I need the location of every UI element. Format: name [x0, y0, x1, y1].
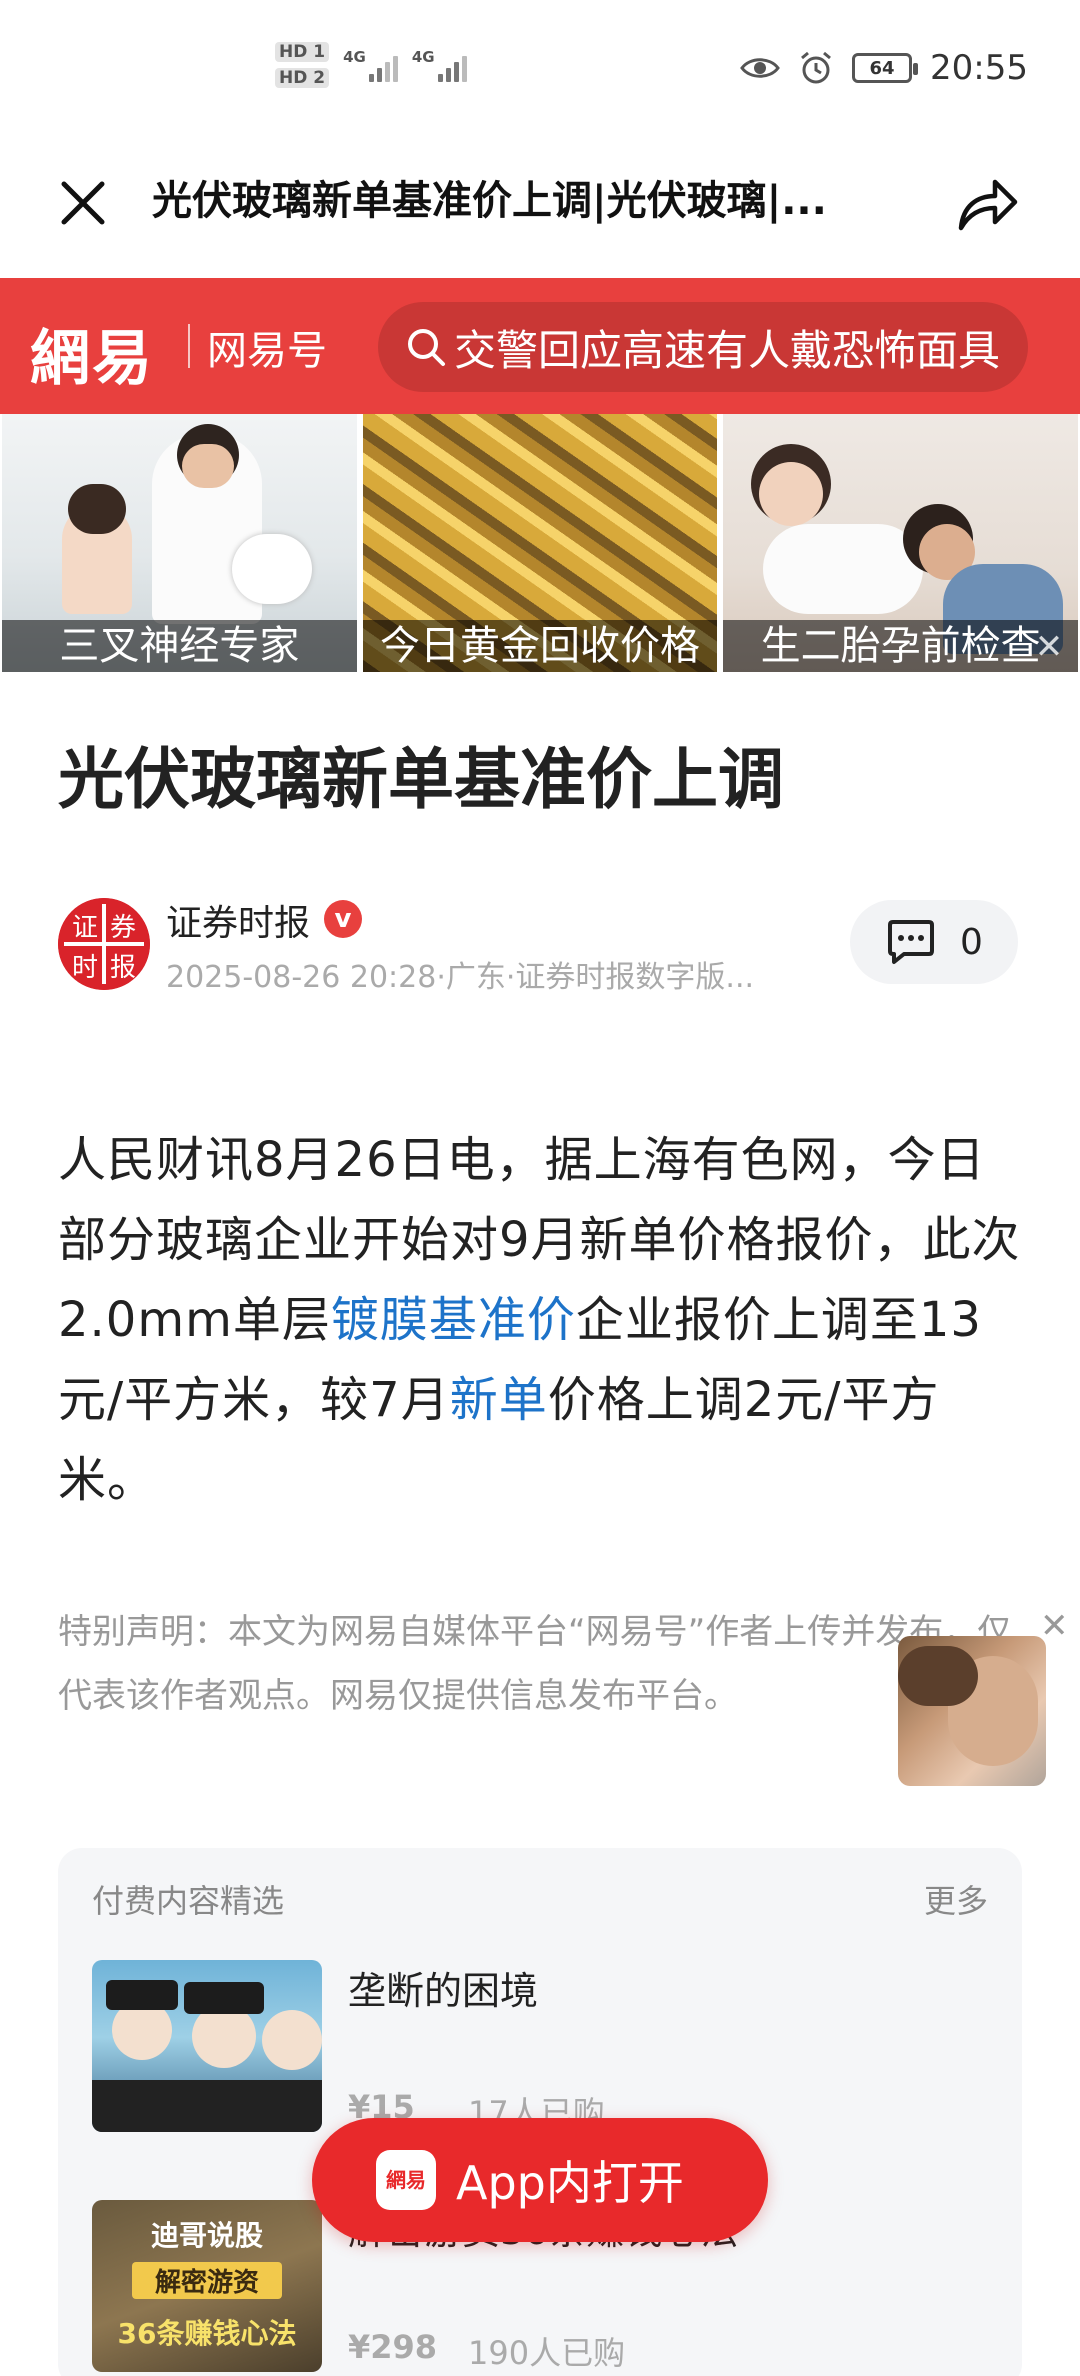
- keyword-link[interactable]: 新单: [450, 1372, 548, 1428]
- paid-section-header: 付费内容精选: [92, 1882, 285, 1920]
- paid-item-price: ¥298: [348, 2328, 438, 2366]
- svg-text:报: 报: [110, 953, 136, 983]
- author-name[interactable]: 证券时报: [166, 894, 310, 946]
- close-icon: [61, 181, 105, 225]
- paid-item-thumbnail: [92, 1960, 322, 2132]
- paid-content-card: 付费内容精选 更多 垄断的困境 ¥15 17人已购 迪哥说股 解密游资 36条赚…: [58, 1848, 1022, 2376]
- ad-tile[interactable]: 三叉神经专家: [2, 414, 357, 672]
- paid-item-thumbnail: 迪哥说股 解密游资 36条赚钱心法: [92, 2200, 322, 2372]
- title-bar: 光伏玻璃新单基准价上调|光伏玻璃|...: [0, 150, 1080, 278]
- divider: [188, 324, 190, 368]
- verified-badge: v: [324, 900, 362, 938]
- thumb-text: 迪哥说股: [150, 2219, 263, 2252]
- share-icon: [958, 179, 1018, 231]
- comment-icon: [888, 920, 934, 964]
- hd-2-badge: HD 2: [275, 68, 330, 88]
- thumb-text: 36条赚钱心法: [117, 2317, 297, 2350]
- netease-header: 網易 网易号 交警回应高速有人戴恐怖面具: [0, 278, 1080, 414]
- battery-icon: 64: [852, 53, 919, 83]
- status-bar: HD 1 HD 2 4G 4G 64 20:55: [0, 0, 1080, 150]
- ad-banner-strip: 三叉神经专家 今日黄金回收价格 生二胎孕前检查 ✕: [0, 414, 1080, 672]
- article-title: 光伏玻璃新单基准价上调: [58, 741, 784, 818]
- floating-ad-thumbnail[interactable]: [898, 1636, 1046, 1786]
- search-hot-term: 交警回应高速有人戴恐怖面具: [454, 325, 1001, 375]
- author-logo-icon: 证 券 时 报: [58, 898, 150, 990]
- paid-item-title: 垄断的困境: [348, 1969, 539, 2013]
- more-link[interactable]: 更多: [924, 1876, 988, 1922]
- netease-app-icon: 網易: [376, 2150, 436, 2210]
- paid-item-buyers: 190人已购: [468, 2334, 626, 2372]
- clock: 20:55: [930, 48, 1028, 88]
- thumb-text: 解密游资: [132, 2262, 282, 2299]
- channel-name[interactable]: 网易号: [207, 318, 327, 376]
- eye-icon: [740, 58, 780, 78]
- close-button[interactable]: [50, 170, 116, 236]
- ad-close-icon[interactable]: ✕: [1028, 626, 1070, 668]
- ad-caption: 生二胎孕前检查: [723, 620, 1079, 672]
- hd-1-badge: HD 1: [275, 42, 330, 62]
- svg-text:证: 证: [72, 913, 98, 943]
- open-in-app-label: App内打开: [456, 2156, 684, 2210]
- share-button[interactable]: [952, 168, 1024, 240]
- disclaimer: 特别声明：本文为网易自媒体平台“网易号”作者上传并发布，仅代表该作者观点。网易仅…: [58, 1612, 1012, 1716]
- signal-2-icon: 4G: [412, 48, 467, 82]
- open-in-app-button[interactable]: 網易 App内打开: [312, 2118, 768, 2242]
- ad-caption: 三叉神经专家: [2, 620, 357, 672]
- signal-1-icon: 4G: [343, 48, 398, 82]
- search-icon: [408, 329, 445, 366]
- ad-tile[interactable]: 生二胎孕前检查 ✕: [723, 414, 1079, 672]
- comment-count: 0: [960, 921, 983, 963]
- ad-caption: 今日黄金回收价格: [362, 620, 718, 672]
- svg-text:券: 券: [110, 913, 136, 943]
- search-bar[interactable]: 交警回应高速有人戴恐怖面具: [378, 302, 1028, 392]
- article-body: 人民财讯8月26日电，据上海有色网，今日部分玻璃企业开始对9月新单价格报价，此次…: [58, 1120, 1024, 1520]
- alarm-icon: [801, 51, 831, 84]
- comment-button[interactable]: 0: [850, 900, 1018, 984]
- publish-meta: 2025-08-26 20:28·广东·证券时报数字版...: [166, 960, 755, 995]
- svg-text:时: 时: [72, 953, 98, 983]
- keyword-link[interactable]: 镀膜基准价: [331, 1292, 576, 1348]
- ad-tile[interactable]: 今日黄金回收价格: [362, 414, 718, 672]
- page-title: 光伏玻璃新单基准价上调|光伏玻璃|...: [152, 178, 827, 224]
- netease-logo[interactable]: 網易: [30, 310, 154, 397]
- author-avatar[interactable]: 证 券 时 报: [58, 898, 150, 990]
- paid-item[interactable]: 垄断的困境 ¥15 17人已购: [92, 1960, 992, 2138]
- author-row: 证 券 时 报 证券时报 v 2025-08-26 20:28·广东·证券时报数…: [58, 894, 1018, 1004]
